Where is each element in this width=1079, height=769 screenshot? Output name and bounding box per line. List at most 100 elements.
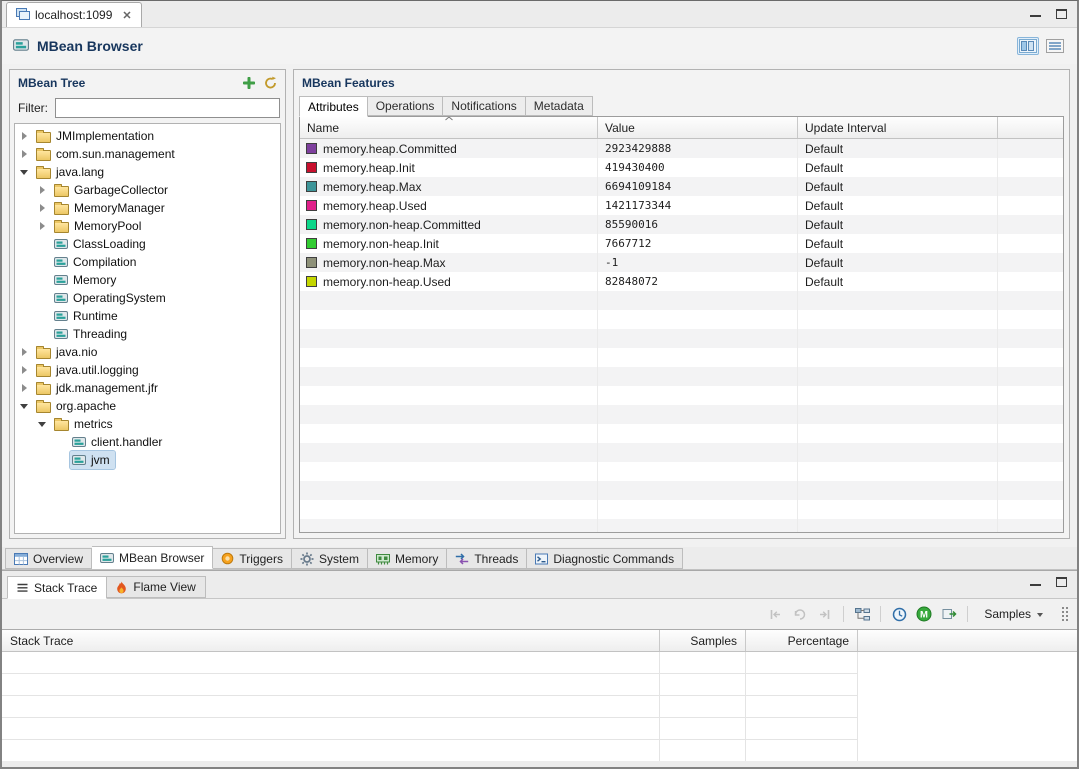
attribute-row[interactable]: memory.heap.Committed2923429888Default bbox=[300, 139, 1063, 158]
panel-tab-flame-view[interactable]: Flame View bbox=[107, 576, 205, 598]
tree-item-jvm[interactable]: jvm bbox=[15, 451, 280, 469]
method-profiling-icon[interactable]: M bbox=[915, 604, 933, 624]
view-tab-mbean-browser[interactable]: MBean Browser bbox=[92, 546, 213, 569]
tree-expand-icon[interactable] bbox=[19, 166, 31, 178]
minimize-icon[interactable] bbox=[1030, 8, 1041, 19]
layout-columns-toggle[interactable] bbox=[1017, 37, 1039, 55]
tree-item-jdk-management-jfr[interactable]: jdk.management.jfr bbox=[15, 379, 280, 397]
tree-item-memorymanager[interactable]: MemoryManager bbox=[15, 199, 280, 217]
tree-expand-icon[interactable] bbox=[37, 202, 49, 214]
time-range-icon[interactable] bbox=[890, 604, 908, 624]
tree-item-java-nio[interactable]: java.nio bbox=[15, 343, 280, 361]
mbean-tree[interactable]: JMImplementation com.sun.managementjava.l… bbox=[14, 123, 281, 534]
navigate-previous-frame-icon[interactable] bbox=[766, 604, 784, 624]
tab-notifications[interactable]: Notifications bbox=[443, 96, 525, 116]
tree-item-java-util-logging[interactable]: java.util.logging bbox=[15, 361, 280, 379]
attribute-name: memory.heap.Committed bbox=[323, 142, 457, 156]
tree-item-garbagecollector[interactable]: GarbageCollector bbox=[15, 181, 280, 199]
view-tab-label: Diagnostic Commands bbox=[553, 552, 674, 566]
tree-item-classloading[interactable]: ClassLoading bbox=[15, 235, 280, 253]
tree-item-metrics[interactable]: metrics bbox=[15, 415, 280, 433]
attribute-row[interactable]: memory.heap.Max6694109184Default bbox=[300, 177, 1063, 196]
attribute-row[interactable]: memory.heap.Init419430400Default bbox=[300, 158, 1063, 177]
tree-expand-icon[interactable] bbox=[37, 184, 49, 196]
tree-expand-icon[interactable] bbox=[37, 220, 49, 232]
stack-trace-cell bbox=[858, 740, 1077, 761]
connection-tab[interactable]: localhost:1099 ✕ bbox=[6, 2, 142, 27]
tree-item-com-sun-management[interactable]: com.sun.management bbox=[15, 145, 280, 163]
tab-operations[interactable]: Operations bbox=[368, 96, 444, 116]
folder-icon bbox=[36, 132, 51, 143]
tree-item-compilation[interactable]: Compilation bbox=[15, 253, 280, 271]
panel-maximize-icon[interactable] bbox=[1056, 577, 1067, 587]
tab-attributes[interactable]: Attributes bbox=[299, 96, 368, 117]
attribute-name-cell bbox=[300, 462, 598, 481]
navigate-back-icon[interactable] bbox=[791, 604, 809, 624]
column-header-stack-trace[interactable]: Stack Trace bbox=[2, 630, 660, 651]
tree-expand-icon[interactable] bbox=[19, 364, 31, 376]
tree-expand-icon[interactable] bbox=[19, 148, 31, 160]
tree-item-memory[interactable]: Memory bbox=[15, 271, 280, 289]
attribute-row[interactable]: memory.non-heap.Committed85590016Default bbox=[300, 215, 1063, 234]
refresh-icon[interactable] bbox=[264, 76, 277, 89]
tree-indent-spacer bbox=[37, 274, 49, 286]
attribute-row[interactable]: memory.non-heap.Init7667712Default bbox=[300, 234, 1063, 253]
maximize-icon[interactable] bbox=[1056, 9, 1067, 19]
view-tab-threads[interactable]: Threads bbox=[447, 548, 527, 569]
close-icon[interactable]: ✕ bbox=[122, 9, 131, 22]
tree-expand-icon[interactable] bbox=[19, 382, 31, 394]
panel-tab-stack-trace[interactable]: Stack Trace bbox=[7, 576, 107, 599]
tree-item-org-apache[interactable]: org.apache bbox=[15, 397, 280, 415]
folder-icon bbox=[54, 420, 69, 431]
system-icon bbox=[300, 552, 314, 566]
view-tab-diagnostic-commands[interactable]: Diagnostic Commands bbox=[527, 548, 683, 569]
open-in-new-page-icon[interactable] bbox=[940, 604, 958, 624]
column-header-update-interval[interactable]: Update Interval bbox=[798, 117, 998, 138]
view-tab-system[interactable]: System bbox=[292, 548, 368, 569]
tree-expand-icon[interactable] bbox=[19, 130, 31, 142]
tab-metadata[interactable]: Metadata bbox=[526, 96, 593, 116]
tree-item-threading[interactable]: Threading bbox=[15, 325, 280, 343]
view-tab-overview[interactable]: Overview bbox=[5, 548, 92, 569]
attribute-update-interval-cell: Default bbox=[798, 158, 998, 177]
tree-item-label: JMImplementation bbox=[56, 129, 154, 143]
tree-item-java-lang[interactable]: java.lang bbox=[15, 163, 280, 181]
attribute-row[interactable]: memory.non-heap.Max-1Default bbox=[300, 253, 1063, 272]
tree-item-memorypool[interactable]: MemoryPool bbox=[15, 217, 280, 235]
column-header-samples[interactable]: Samples bbox=[660, 630, 746, 651]
panel-tab-label: Stack Trace bbox=[34, 581, 97, 595]
tree-item-client-handler[interactable]: client.handler bbox=[15, 433, 280, 451]
stack-trace-cell bbox=[2, 696, 660, 718]
tree-item-content: java.util.logging bbox=[34, 361, 144, 379]
tree-item-content: com.sun.management bbox=[34, 145, 180, 163]
column-header-value[interactable]: Value bbox=[598, 117, 798, 138]
tree-expand-icon[interactable] bbox=[19, 400, 31, 412]
attribute-row-empty bbox=[300, 367, 1063, 386]
attribute-name-cell bbox=[300, 500, 598, 519]
column-header-name[interactable]: Name bbox=[300, 117, 598, 138]
attribute-empty-cell bbox=[998, 519, 1063, 532]
add-mbean-icon[interactable] bbox=[243, 77, 255, 89]
tree-item-operatingsystem[interactable]: OperatingSystem bbox=[15, 289, 280, 307]
attribute-name-cell bbox=[300, 424, 598, 443]
view-tab-memory[interactable]: Memory bbox=[368, 548, 447, 569]
tree-item-runtime[interactable]: Runtime bbox=[15, 307, 280, 325]
attribute-color-swatch bbox=[306, 162, 317, 173]
tree-view-icon[interactable] bbox=[853, 604, 871, 624]
tree-expand-icon[interactable] bbox=[19, 346, 31, 358]
tree-expand-icon[interactable] bbox=[37, 418, 49, 430]
tree-item-jmimplementation[interactable]: JMImplementation bbox=[15, 127, 280, 145]
mbean-features-title: MBean Features bbox=[302, 76, 395, 90]
attribute-row[interactable]: memory.non-heap.Used82848072Default bbox=[300, 272, 1063, 291]
layout-list-toggle[interactable] bbox=[1044, 37, 1066, 55]
view-tab-triggers[interactable]: Triggers bbox=[213, 548, 292, 569]
view-menu-icon[interactable] bbox=[1060, 606, 1070, 622]
samples-dropdown[interactable]: Samples bbox=[977, 605, 1050, 623]
filter-input[interactable] bbox=[55, 98, 280, 118]
stack-trace-row-empty bbox=[2, 696, 1077, 718]
attribute-row[interactable]: memory.heap.Used1421173344Default bbox=[300, 196, 1063, 215]
column-header-percentage[interactable]: Percentage bbox=[746, 630, 858, 651]
tree-item-label: Compilation bbox=[73, 255, 136, 269]
navigate-next-frame-icon[interactable] bbox=[816, 604, 834, 624]
panel-minimize-icon[interactable] bbox=[1030, 577, 1041, 588]
